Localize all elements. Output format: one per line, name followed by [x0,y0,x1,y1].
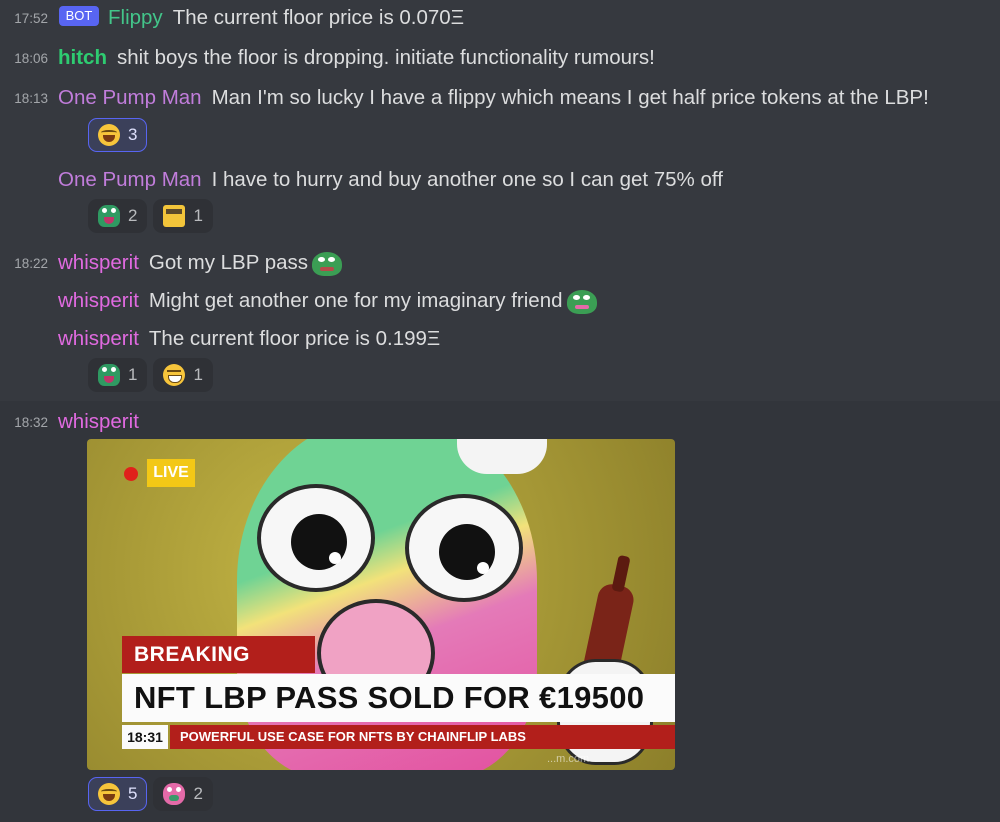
image-attachment[interactable]: LIVE BREAKING NEWS NFT LBP PASS SOLD FOR… [87,439,675,770]
author-name[interactable]: whisperit [58,289,139,312]
message-text: Might get another one for my imaginary f… [148,289,563,312]
message-row: 18:06 hitch shit boys the floor is droppi… [0,40,1000,76]
message-row: 18:22 whisperit Got my LBP pass [0,245,1000,281]
message-row: One Pump Man I have to hurry and buy anot… [0,162,1000,198]
message-text: The current floor price is 0.070Ξ [172,6,465,29]
live-badge: LIVE [147,459,195,487]
timestamp: 18:32 [14,415,48,430]
reaction-joy[interactable]: 5 [88,777,148,811]
reaction-laugh[interactable]: 1 [153,358,213,392]
message-text: I have to hurry and buy another one so I… [211,168,723,191]
pink-frog-icon [163,783,186,805]
reaction-pink-frog[interactable]: 2 [153,777,213,811]
author-name[interactable]: whisperit [58,251,139,274]
reaction-joy[interactable]: 3 [88,118,148,152]
reaction-count: 2 [128,206,138,225]
frog-icon [98,364,120,386]
timestamp: 17:52 [14,11,48,26]
breaking-news-label: BREAKING NEWS [122,636,315,703]
reaction-count: 1 [128,365,138,384]
character-eye-left [257,484,375,592]
message-text: Man I'm so lucky I have a flippy which m… [211,86,929,109]
message-row: whisperit Might get another one for my im… [0,283,1000,319]
author-name[interactable]: One Pump Man [58,86,202,109]
message-text: shit boys the floor is dropping. initiat… [116,46,655,69]
reaction-frog[interactable]: 2 [88,199,148,233]
author-name[interactable]: whisperit [58,327,139,350]
reaction-bar: 5 2 [88,777,213,811]
reaction-count: 5 [128,784,138,803]
reaction-bar: 2 1 [88,199,213,233]
message-text: The current floor price is 0.199Ξ [148,327,441,350]
live-dot-icon [124,467,138,481]
joy-icon [98,783,120,805]
reaction-bar: 3 [88,118,148,152]
author-name[interactable]: Flippy [108,6,163,29]
message-row: 17:52 BOT Flippy The current floor price … [0,0,1000,36]
reaction-count: 1 [193,206,203,225]
author-name[interactable]: One Pump Man [58,168,202,191]
message-row: whisperit The current floor price is 0.19… [0,321,1000,357]
reaction-tape[interactable]: 1 [153,199,213,233]
pepe-pink-icon [566,289,597,314]
reaction-count: 2 [193,784,203,803]
author-name[interactable]: hitch [58,46,107,69]
watermark: ...m.com [547,753,590,765]
character-eye-right [405,494,523,602]
bot-badge: BOT [59,6,99,26]
message-text: Got my LBP pass [148,251,309,274]
reaction-bar: 1 1 [88,358,213,392]
message-row: 18:13 One Pump Man Man I'm so lucky I hav… [0,80,1000,116]
timestamp: 18:13 [14,91,48,106]
author-name[interactable]: whisperit [58,410,139,433]
message-row: 18:32 whisperit [0,404,1000,440]
ticker-time: 18:31 [122,725,168,749]
reaction-frog[interactable]: 1 [88,358,148,392]
reaction-count: 3 [128,125,138,144]
timestamp: 18:22 [14,256,48,271]
news-headline: NFT LBP PASS SOLD FOR €19500 [122,674,675,722]
timestamp: 18:06 [14,51,48,66]
character-hat [457,439,547,474]
news-ticker: POWERFUL USE CASE FOR NFTS BY CHAINFLIP … [170,725,675,749]
pepe-icon [312,251,343,276]
frog-icon [98,205,120,227]
laugh-icon [163,364,186,386]
tape-icon [163,205,186,227]
joy-icon [98,124,120,146]
reaction-count: 1 [193,365,203,384]
